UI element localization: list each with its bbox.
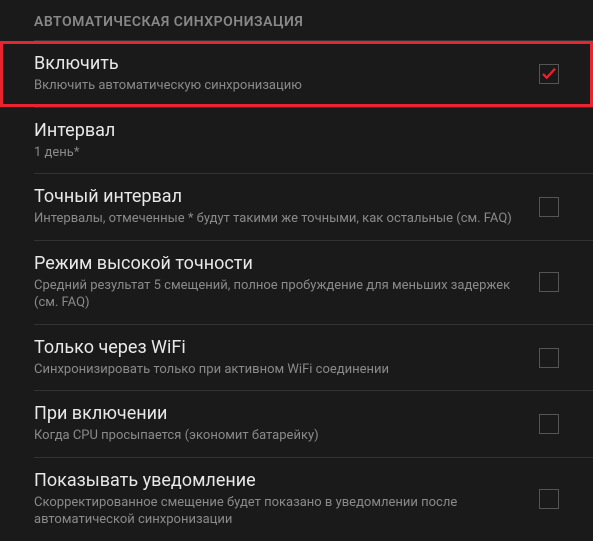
setting-title: Только через WiFi	[34, 337, 519, 358]
setting-description: Интервалы, отмеченные * будут такими же …	[34, 210, 519, 228]
setting-interval[interactable]: Интервал 1 день*	[0, 108, 593, 174]
setting-text: Интервал 1 день*	[34, 120, 559, 162]
checkbox-show-notification[interactable]	[539, 489, 559, 509]
setting-title: При включении	[34, 403, 519, 424]
checkbox-wifi-only[interactable]	[539, 348, 559, 368]
setting-text: Режим высокой точности Средний результат…	[34, 253, 539, 312]
setting-on-wake[interactable]: При включении Когда CPU просыпается (эко…	[0, 391, 593, 457]
setting-description: 1 день*	[34, 144, 539, 162]
setting-title: Точный интервал	[34, 186, 519, 207]
check-icon	[540, 65, 558, 83]
setting-text: Показывать уведомление Скорректированное…	[34, 470, 539, 529]
setting-enable[interactable]: Включить Включить автоматическую синхрон…	[0, 41, 593, 107]
setting-title: Показывать уведомление	[34, 470, 519, 491]
setting-description: Скорректированное смещение будет показан…	[34, 494, 519, 529]
setting-title: Включить	[34, 53, 519, 74]
setting-description: Средний результат 5 смещений, полное про…	[34, 277, 519, 312]
setting-text: При включении Когда CPU просыпается (эко…	[34, 403, 539, 445]
setting-show-notification[interactable]: Показывать уведомление Скорректированное…	[0, 458, 593, 541]
setting-description: Включить автоматическую синхронизацию	[34, 77, 519, 95]
checkbox-exact-interval[interactable]	[539, 197, 559, 217]
setting-wifi-only[interactable]: Только через WiFi Синхронизировать тольк…	[0, 325, 593, 391]
checkbox-high-precision[interactable]	[539, 272, 559, 292]
setting-exact-interval[interactable]: Точный интервал Интервалы, отмеченные * …	[0, 174, 593, 240]
setting-description: Синхронизировать только при активном WiF…	[34, 361, 519, 379]
setting-high-precision[interactable]: Режим высокой точности Средний результат…	[0, 241, 593, 324]
setting-text: Точный интервал Интервалы, отмеченные * …	[34, 186, 539, 228]
setting-description: Когда CPU просыпается (экономит батарейк…	[34, 427, 519, 445]
checkbox-on-wake[interactable]	[539, 414, 559, 434]
setting-text: Включить Включить автоматическую синхрон…	[34, 53, 539, 95]
section-header: АВТОМАТИЧЕСКАЯ СИНХРОНИЗАЦИЯ	[0, 0, 593, 40]
checkbox-enable[interactable]	[539, 64, 559, 84]
setting-text: Только через WiFi Синхронизировать тольк…	[34, 337, 539, 379]
setting-title: Режим высокой точности	[34, 253, 519, 274]
setting-title: Интервал	[34, 120, 539, 141]
settings-list: Включить Включить автоматическую синхрон…	[0, 41, 593, 541]
